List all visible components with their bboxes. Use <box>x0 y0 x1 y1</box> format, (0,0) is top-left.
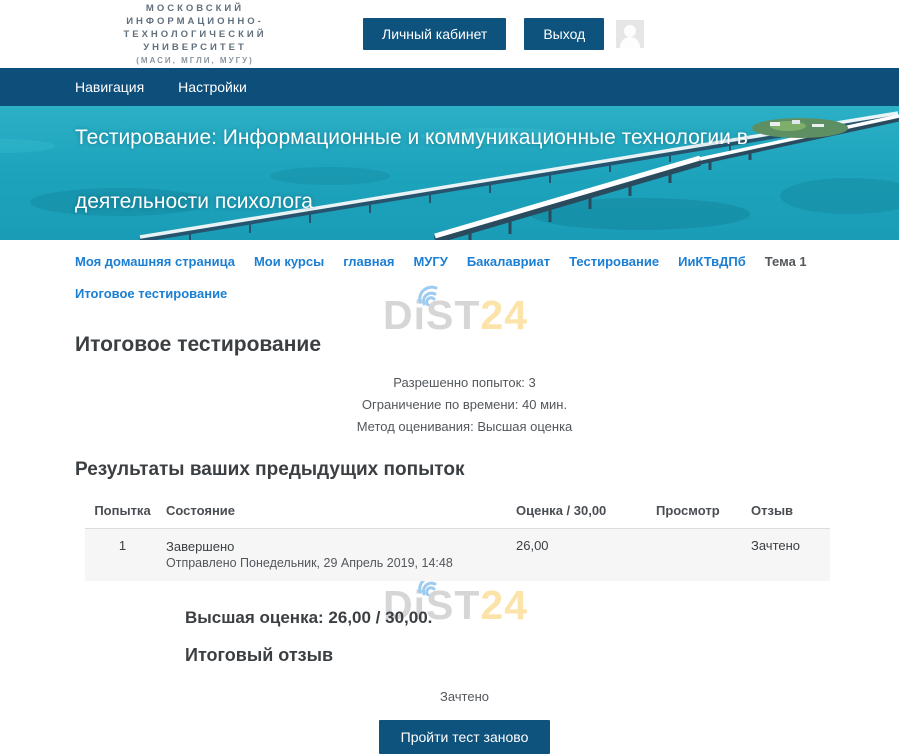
breadcrumb: Моя домашняя страница Мои курсы главная … <box>75 240 854 302</box>
breadcrumb-main[interactable]: главная <box>343 254 394 270</box>
attempts-table-header-row: Попытка Состояние Оценка / 30,00 Просмот… <box>85 495 830 529</box>
main-navbar: Навигация Настройки <box>0 68 899 106</box>
breadcrumb-my-home[interactable]: Моя домашняя страница <box>75 254 235 270</box>
results-title: Результаты ваших предыдущих попыток <box>75 459 854 481</box>
island <box>752 118 848 138</box>
site-header: МОСКОВСКИЙ ИНФОРМАЦИОННО-ТЕХНОЛОГИЧЕСКИЙ… <box>0 0 899 68</box>
logo-line-2: ИНФОРМАЦИОННО-ТЕХНОЛОГИЧЕСКИЙ <box>75 15 315 41</box>
breadcrumb-my-courses[interactable]: Мои курсы <box>254 254 324 270</box>
breadcrumb-final-test[interactable]: Итоговое тестирование <box>75 286 227 302</box>
grading-method: Метод оценивания: Высшая оценка <box>75 416 854 438</box>
attempt-state: Завершено Отправлено Понедельник, 29 Апр… <box>160 529 510 582</box>
attempt-feedback: Зачтено <box>745 529 830 582</box>
logo-line-4: (МАСИ, МГЛИ, МУГУ) <box>75 54 315 67</box>
course-title-line1: Тестирование: Информационные и коммуника… <box>75 126 748 150</box>
breadcrumb-bachelor[interactable]: Бакалавриат <box>467 254 550 270</box>
attempts-table: Попытка Состояние Оценка / 30,00 Просмот… <box>85 495 830 581</box>
retry-button-container: Пройти тест заново <box>75 720 854 754</box>
breadcrumb-mugu[interactable]: МУГУ <box>413 254 447 270</box>
quiz-title: Итоговое тестирование <box>75 333 854 357</box>
course-title-line2: деятельности психолога <box>75 190 313 214</box>
time-limit: Ограничение по времени: 40 мин. <box>75 394 854 416</box>
avatar-head-icon <box>624 25 636 37</box>
attempt-review <box>650 529 745 582</box>
col-header-attempt: Попытка <box>85 495 160 529</box>
breadcrumb-topic1: Тема 1 <box>765 254 807 270</box>
col-header-feedback: Отзыв <box>745 495 830 529</box>
logout-button[interactable]: Выход <box>524 18 604 50</box>
best-grade-summary: Высшая оценка: 26,00 / 30,00. <box>185 608 854 628</box>
personal-cabinet-button[interactable]: Личный кабинет <box>363 18 506 50</box>
col-header-review: Просмотр <box>650 495 745 529</box>
final-feedback-value: Зачтено <box>75 689 854 704</box>
attempt-state-detail: Отправлено Понедельник, 29 Апрель 2019, … <box>166 555 504 572</box>
attempts-allowed: Разрешенно попыток: 3 <box>75 372 854 394</box>
logo-line-1: МОСКОВСКИЙ <box>75 2 315 15</box>
attempt-number: 1 <box>85 529 160 582</box>
logo-line-3: УНИВЕРСИТЕТ <box>75 41 315 54</box>
hero-banner: Тестирование: Информационные и коммуника… <box>0 106 899 240</box>
nav-item-navigation[interactable]: Навигация <box>75 79 144 95</box>
avatar-body-icon <box>620 37 640 48</box>
university-logo[interactable]: МОСКОВСКИЙ ИНФОРМАЦИОННО-ТЕХНОЛОГИЧЕСКИЙ… <box>75 2 315 67</box>
attempt-grade: 26,00 <box>510 529 650 582</box>
breadcrumb-testing[interactable]: Тестирование <box>569 254 659 270</box>
attempt-state-label: Завершено <box>166 538 504 555</box>
breadcrumb-iiktvdpb[interactable]: ИиКТвДПб <box>678 254 746 270</box>
quiz-info: Разрешенно попыток: 3 Ограничение по вре… <box>75 372 854 438</box>
table-row: 1 Завершено Отправлено Понедельник, 29 А… <box>85 529 830 582</box>
main-content: DiST24 DiST24 Моя домашняя страница Мои … <box>0 240 899 754</box>
retake-test-button[interactable]: Пройти тест заново <box>379 720 551 754</box>
user-avatar[interactable] <box>616 20 644 48</box>
col-header-grade: Оценка / 30,00 <box>510 495 650 529</box>
nav-item-settings[interactable]: Настройки <box>178 79 247 95</box>
final-feedback-title: Итоговый отзыв <box>185 645 854 666</box>
col-header-state: Состояние <box>160 495 510 529</box>
